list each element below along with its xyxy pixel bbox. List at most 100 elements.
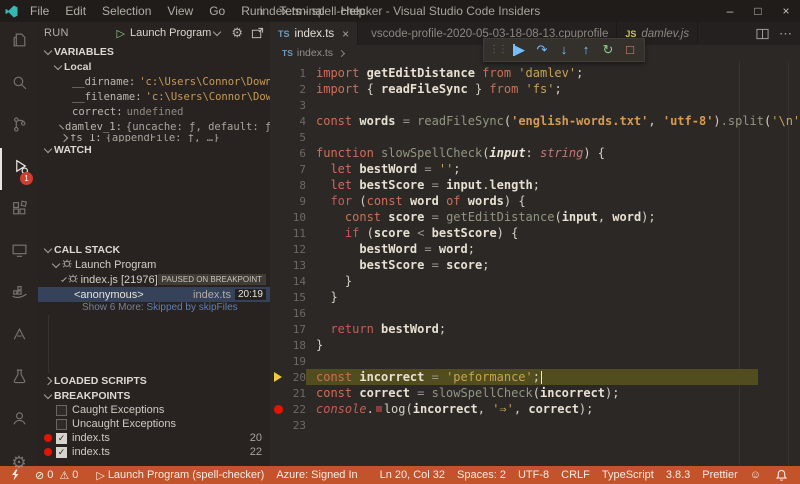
variables-section-header[interactable]: VARIABLES (38, 44, 270, 59)
gutter-margin[interactable] (270, 372, 286, 382)
loaded-scripts-section-header[interactable]: LOADED SCRIPTS (38, 373, 270, 388)
configure-gear-icon[interactable]: ⚙ (231, 25, 243, 41)
start-debugging-icon[interactable]: ▷ (117, 27, 125, 40)
call-stack-session-row[interactable]: Launch Program (38, 257, 270, 272)
status-feedback[interactable]: ☺ (744, 466, 770, 484)
menu-help[interactable]: Help (333, 0, 374, 22)
code-editor[interactable]: 1import getEditDistance from 'damlev';2i… (270, 61, 800, 466)
status-encoding[interactable]: UTF-8 (512, 466, 555, 484)
launch-config-select[interactable]: Launch Program (130, 27, 211, 39)
maximize-button[interactable]: □ (744, 0, 772, 22)
status-formatter[interactable]: Prettier (696, 466, 743, 484)
code-line-18[interactable]: 18} (270, 337, 800, 353)
code-line-4[interactable]: 4const words = readFileSync('english-wor… (270, 113, 800, 129)
menu-file[interactable]: File (22, 0, 57, 22)
status-language-mode[interactable]: TypeScript (596, 466, 660, 484)
show-more-frames-link[interactable]: Show 6 More: Skipped by skipFiles (38, 302, 270, 315)
menu-terminal[interactable]: Terminal (271, 0, 332, 22)
step-into-button[interactable]: ↓ (553, 39, 575, 61)
tab-index.ts[interactable]: TSindex.ts× (270, 22, 358, 45)
breakpoint-row[interactable]: ✓index.ts20 (38, 431, 270, 445)
breakpoint-checkbox[interactable]: ✓ (56, 447, 67, 458)
status-indentation[interactable]: Spaces: 2 (451, 466, 512, 484)
code-line-22[interactable]: 22console.log(incorrect, '⇒', correct); (270, 401, 800, 417)
variable-row[interactable]: Local (38, 59, 270, 74)
variable-row[interactable]: fs_1:{appendFile: ƒ, …} (38, 134, 270, 142)
code-line-12[interactable]: 12 bestWord = word; (270, 241, 800, 257)
close-button[interactable]: × (772, 0, 800, 22)
breakpoint-row[interactable]: Caught Exceptions (38, 403, 270, 417)
activity-item-test[interactable] (0, 358, 38, 400)
variable-row[interactable]: damlev_1:{uncache: ƒ, default: ƒ, __esMo… (38, 119, 270, 134)
chevron-right-icon[interactable] (59, 124, 64, 129)
continue-button[interactable]: ▶ (509, 39, 531, 61)
breakpoint-checkbox[interactable] (56, 405, 67, 416)
restart-button[interactable]: ↻ (597, 39, 619, 61)
code-line-5[interactable]: 5 (270, 129, 800, 145)
stack-frame-row-selected[interactable]: <anonymous> index.ts 20:19 (38, 287, 270, 302)
menu-selection[interactable]: Selection (94, 0, 159, 22)
breakpoint-checkbox[interactable]: ✓ (56, 433, 67, 444)
activity-item-remote-explorer[interactable] (0, 232, 38, 274)
activity-item-run-debug[interactable]: 1 (0, 148, 38, 190)
code-line-13[interactable]: 13 bestScore = score; (270, 257, 800, 273)
code-line-15[interactable]: 15 } (270, 289, 800, 305)
chevron-down-icon[interactable] (213, 28, 221, 36)
minimize-button[interactable]: – (716, 0, 744, 22)
gutter-margin[interactable] (270, 405, 286, 414)
code-line-2[interactable]: 2import { readFileSync } from 'fs'; (270, 81, 800, 97)
status-debug-target[interactable]: ▷Launch Program (spell-checker) (90, 466, 270, 484)
status-notifications[interactable] (770, 466, 796, 484)
step-over-button[interactable]: ↷ (531, 39, 553, 61)
menu-run[interactable]: Run (233, 0, 271, 22)
code-line-8[interactable]: 8 let bestScore = input.length; (270, 177, 800, 193)
activity-item-settings[interactable]: ⚙ (0, 442, 38, 484)
code-line-16[interactable]: 16 (270, 305, 800, 321)
chevron-right-icon[interactable] (60, 134, 68, 142)
call-stack-section-header[interactable]: CALL STACK (38, 242, 270, 257)
breakpoint-checkbox[interactable] (56, 419, 67, 430)
code-line-14[interactable]: 14 } (270, 273, 800, 289)
menu-go[interactable]: Go (201, 0, 233, 22)
code-line-21[interactable]: 21const correct = slowSpellCheck(incorre… (270, 385, 800, 401)
more-actions-icon[interactable]: ⋯ (779, 26, 792, 42)
code-line-11[interactable]: 11 if (score < bestScore) { (270, 225, 800, 241)
activity-item-explorer[interactable] (0, 22, 38, 64)
activity-item-source-control[interactable] (0, 106, 38, 148)
activity-item-docker[interactable] (0, 274, 38, 316)
breakpoint-row[interactable]: ✓index.ts22 (38, 445, 270, 459)
code-line-9[interactable]: 9 for (const word of words) { (270, 193, 800, 209)
chevron-down-icon[interactable] (54, 61, 62, 69)
breakpoint-row[interactable]: Uncaught Exceptions (38, 417, 270, 431)
code-line-20[interactable]: 20const incorrect = 'peformance'; (270, 369, 800, 385)
breakpoints-section-header[interactable]: BREAKPOINTS (38, 388, 270, 403)
status-azure-account[interactable]: Azure: Signed In (270, 466, 363, 484)
status-ts-version[interactable]: 3.8.3 (660, 466, 696, 484)
stop-button[interactable]: □ (619, 39, 641, 61)
open-debug-console-icon[interactable] (251, 27, 264, 40)
status-eol[interactable]: CRLF (555, 466, 596, 484)
code-line-19[interactable]: 19 (270, 353, 800, 369)
code-line-6[interactable]: 6function slowSpellCheck(input: string) … (270, 145, 800, 161)
code-line-17[interactable]: 17 return bestWord; (270, 321, 800, 337)
watch-section-header[interactable]: WATCH (38, 142, 270, 157)
code-line-10[interactable]: 10 const score = getEditDistance(input, … (270, 209, 800, 225)
code-line-23[interactable]: 23 (270, 417, 800, 433)
activity-item-extensions[interactable] (0, 190, 38, 232)
code-line-1[interactable]: 1import getEditDistance from 'damlev'; (270, 65, 800, 81)
status-problems[interactable]: ⊘0⚠0 (29, 466, 90, 484)
menu-view[interactable]: View (159, 0, 201, 22)
call-stack-thread-row[interactable]: index.js [21976] PAUSED ON BREAKPOINT (38, 272, 270, 287)
activity-item-accounts[interactable] (0, 400, 38, 442)
menu-edit[interactable]: Edit (57, 0, 94, 22)
breadcrumb-file[interactable]: index.ts (297, 47, 333, 59)
split-editor-icon[interactable] (756, 28, 769, 40)
breakpoint-dot-icon[interactable] (274, 405, 283, 414)
code-line-3[interactable]: 3 (270, 97, 800, 113)
close-icon[interactable]: × (342, 27, 349, 41)
code-line-7[interactable]: 7 let bestWord = ''; (270, 161, 800, 177)
variable-row[interactable]: __dirname:'c:\Users\Connor\Downloads\spe… (38, 74, 270, 89)
variable-row[interactable]: __filename:'c:\Users\Connor\Downloads\sp… (38, 89, 270, 104)
step-out-button[interactable]: ↑ (575, 39, 597, 61)
status-cursor-position[interactable]: Ln 20, Col 32 (374, 466, 451, 484)
